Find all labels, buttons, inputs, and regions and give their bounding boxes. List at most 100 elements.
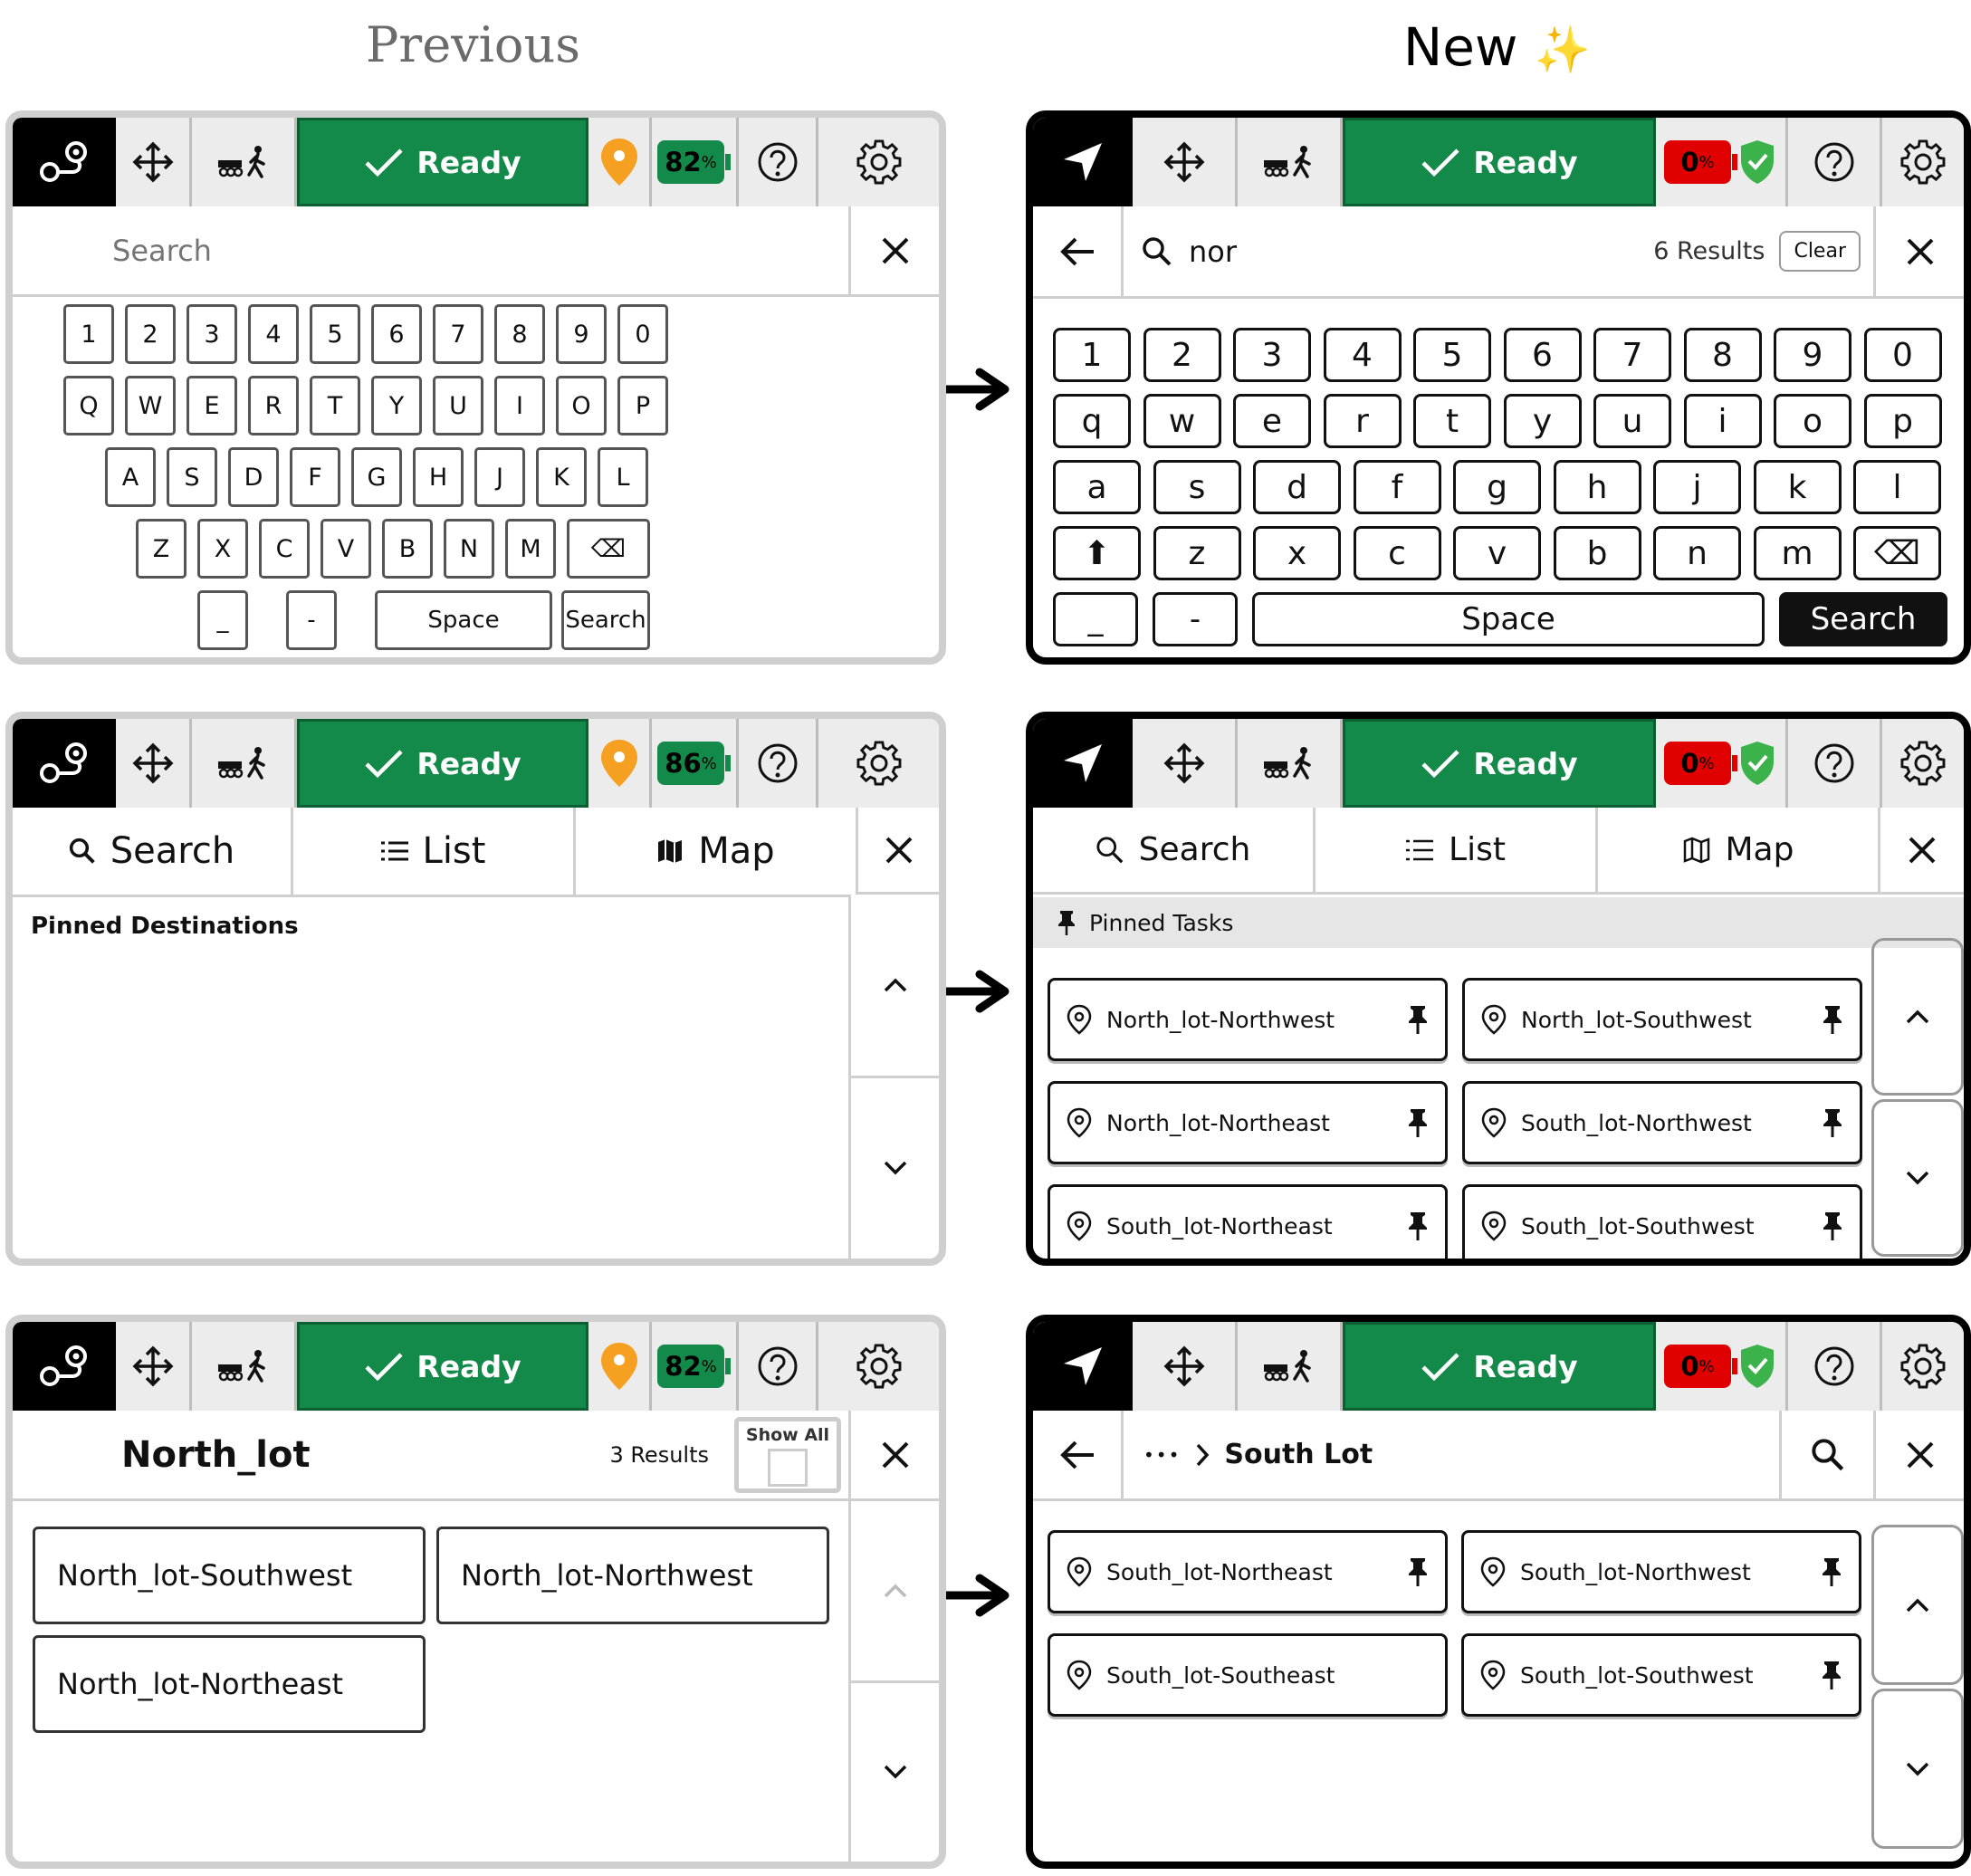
key[interactable]: d: [1253, 460, 1341, 514]
task-card[interactable]: South_lot-Northwest: [1461, 1530, 1861, 1613]
key[interactable]: E: [187, 376, 237, 436]
help-button[interactable]: [739, 118, 818, 206]
key[interactable]: q: [1053, 394, 1131, 448]
tab-search[interactable]: Search: [13, 808, 293, 895]
key[interactable]: j: [1653, 460, 1741, 514]
key[interactable]: w: [1143, 394, 1221, 448]
key[interactable]: o: [1774, 394, 1851, 448]
key[interactable]: W: [125, 376, 176, 436]
key[interactable]: 0: [1863, 328, 1942, 382]
help-button[interactable]: [1788, 719, 1882, 808]
follow-button[interactable]: [192, 719, 297, 808]
key[interactable]: 1: [1053, 328, 1131, 382]
key[interactable]: 9: [1774, 328, 1851, 382]
key[interactable]: i: [1683, 394, 1762, 448]
key[interactable]: 0: [617, 304, 668, 364]
help-button[interactable]: [1788, 118, 1882, 206]
scroll-up-button[interactable]: [1871, 1525, 1964, 1685]
pin-icon[interactable]: [1407, 1004, 1429, 1035]
key[interactable]: 8: [1683, 328, 1762, 382]
key[interactable]: J: [474, 447, 525, 507]
key[interactable]: y: [1503, 394, 1582, 448]
key[interactable]: L: [598, 447, 648, 507]
key[interactable]: g: [1453, 460, 1541, 514]
scroll-down-button[interactable]: [851, 1078, 939, 1259]
key[interactable]: 5: [310, 304, 360, 364]
search-input[interactable]: [13, 206, 848, 294]
settings-button[interactable]: [1882, 719, 1964, 808]
settings-button[interactable]: [1882, 1322, 1964, 1411]
tab-map[interactable]: Map: [1598, 808, 1880, 892]
key[interactable]: A: [105, 447, 156, 507]
key[interactable]: V: [321, 519, 371, 579]
location-button[interactable]: [588, 719, 652, 808]
key[interactable]: 8: [494, 304, 545, 364]
move-button[interactable]: [1133, 719, 1238, 808]
key[interactable]: M: [505, 519, 556, 579]
task-card[interactable]: North_lot-Northwest: [1048, 978, 1448, 1061]
key[interactable]: 4: [248, 304, 299, 364]
pin-icon[interactable]: [1821, 1556, 1842, 1587]
help-button[interactable]: [739, 1322, 818, 1411]
nav-button[interactable]: [13, 1322, 116, 1411]
key[interactable]: t: [1413, 394, 1491, 448]
nav-button[interactable]: [13, 118, 116, 206]
task-card[interactable]: North_lot-Northeast: [1048, 1081, 1448, 1164]
task-card[interactable]: South_lot-Northeast: [1048, 1530, 1448, 1613]
key[interactable]: C: [259, 519, 310, 579]
key[interactable]: F: [290, 447, 340, 507]
task-card[interactable]: North_lot-Southwest: [1462, 978, 1862, 1061]
key[interactable]: Z: [136, 519, 187, 579]
key[interactable]: 3: [187, 304, 237, 364]
search-key[interactable]: Search: [561, 590, 650, 650]
breadcrumb-ellipsis[interactable]: •••: [1143, 1444, 1181, 1466]
tab-search[interactable]: Search: [1033, 808, 1316, 892]
key[interactable]: Y: [371, 376, 422, 436]
move-button[interactable]: [116, 719, 192, 808]
key[interactable]: R: [248, 376, 299, 436]
close-button[interactable]: [1873, 206, 1964, 296]
key[interactable]: 4: [1323, 328, 1402, 382]
key[interactable]: _: [1053, 592, 1138, 646]
key[interactable]: P: [617, 376, 668, 436]
nav-button[interactable]: [1033, 719, 1133, 808]
key[interactable]: a: [1053, 460, 1141, 514]
back-button[interactable]: [1033, 206, 1124, 296]
key[interactable]: K: [536, 447, 587, 507]
show-all-button[interactable]: Show All: [734, 1416, 841, 1493]
key[interactable]: c: [1353, 526, 1441, 580]
key[interactable]: n: [1653, 526, 1741, 580]
key[interactable]: _: [197, 590, 248, 650]
scroll-up-button[interactable]: [851, 895, 939, 1078]
key[interactable]: I: [494, 376, 545, 436]
scroll-down-button[interactable]: [1871, 1689, 1964, 1849]
key[interactable]: r: [1323, 394, 1402, 448]
settings-button[interactable]: [818, 719, 939, 808]
ready-button[interactable]: Ready: [1343, 719, 1656, 808]
search-button[interactable]: [1779, 1411, 1873, 1498]
key[interactable]: 9: [556, 304, 607, 364]
scroll-down-button[interactable]: [851, 1683, 939, 1862]
space-key[interactable]: Space: [1252, 592, 1765, 646]
pin-icon[interactable]: [1407, 1556, 1429, 1587]
key[interactable]: 3: [1233, 328, 1311, 382]
key[interactable]: B: [382, 519, 433, 579]
key[interactable]: s: [1153, 460, 1241, 514]
pin-icon[interactable]: [1407, 1107, 1429, 1138]
close-button[interactable]: [848, 206, 939, 294]
ready-button[interactable]: Ready: [297, 118, 588, 206]
key[interactable]: u: [1593, 394, 1671, 448]
pin-icon[interactable]: [1822, 1211, 1843, 1241]
key[interactable]: ⌫: [1853, 526, 1941, 580]
key[interactable]: k: [1753, 460, 1842, 514]
key[interactable]: ⬆: [1053, 526, 1141, 580]
close-button[interactable]: [1873, 1411, 1964, 1498]
ready-button[interactable]: Ready: [1343, 118, 1656, 206]
help-button[interactable]: [739, 719, 818, 808]
search-key[interactable]: Search: [1779, 592, 1947, 646]
key[interactable]: -: [1153, 592, 1238, 646]
settings-button[interactable]: [818, 1322, 939, 1411]
nav-button[interactable]: [1033, 1322, 1133, 1411]
move-button[interactable]: [1133, 118, 1238, 206]
close-button[interactable]: [1880, 808, 1964, 892]
